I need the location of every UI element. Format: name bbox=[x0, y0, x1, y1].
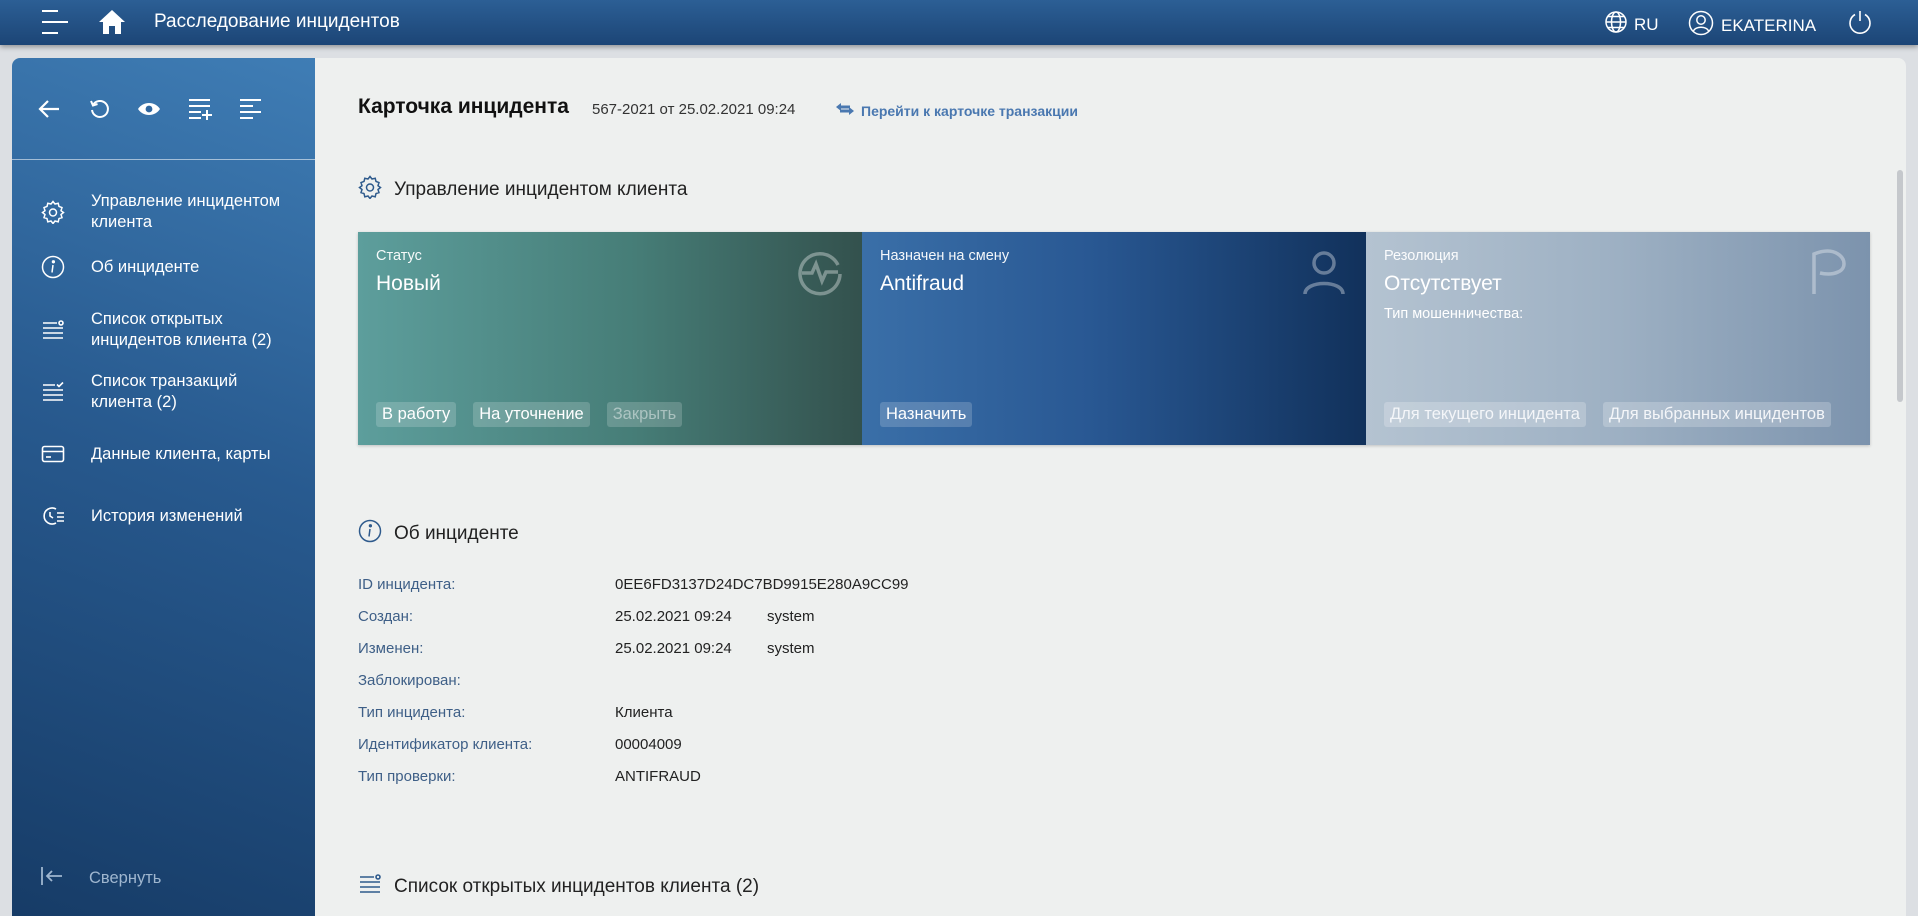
user-menu[interactable]: EKATERINA bbox=[1688, 10, 1816, 41]
detail-key: Тип инцидента: bbox=[358, 704, 466, 721]
to-work-button[interactable]: В работу bbox=[376, 402, 457, 427]
sidebar-item-label: История изменений bbox=[91, 506, 243, 525]
collapse-arrow-icon bbox=[40, 866, 64, 891]
assign-label: Назначен на смену bbox=[880, 248, 1010, 264]
collapse-button[interactable]: Свернуть bbox=[40, 866, 161, 891]
resolution-label: Резолюция bbox=[1384, 248, 1459, 264]
section-heading-about: Об инциденте bbox=[358, 519, 519, 549]
detail-key: Создан: bbox=[358, 608, 414, 625]
transaction-link-label: Перейти к карточке транзакции bbox=[861, 102, 1078, 119]
gear-icon bbox=[40, 199, 66, 225]
card-icon bbox=[40, 441, 66, 467]
detail-value: 00004009 bbox=[615, 736, 682, 753]
assign-value: Antifraud bbox=[880, 272, 965, 295]
sidebar-item-label: Список открытых инцидентов клиента (2) bbox=[91, 310, 272, 349]
user-name: EKATERINA bbox=[1721, 15, 1817, 35]
transaction-card-link[interactable]: Перейти к карточке транзакции bbox=[835, 102, 1078, 119]
fraud-type-label: Тип мошенничества: bbox=[1384, 306, 1524, 322]
status-panel: Статус Новый В работу На уточнение Закры… bbox=[358, 232, 862, 445]
info-icon bbox=[40, 254, 66, 280]
language-label: RU bbox=[1634, 14, 1659, 34]
status-value: Новый bbox=[376, 272, 441, 295]
info-icon bbox=[358, 519, 382, 549]
scrollbar-thumb[interactable] bbox=[1897, 170, 1903, 402]
detail-user: system bbox=[767, 640, 815, 657]
detail-value: 25.02.2021 09:24 bbox=[615, 640, 732, 657]
user-icon bbox=[1688, 10, 1714, 41]
menu-icon[interactable] bbox=[40, 6, 70, 38]
detail-key: Изменен: bbox=[358, 640, 424, 657]
eye-icon[interactable] bbox=[134, 94, 164, 124]
sidebar-item-client-transactions[interactable]: Список транзакций клиента (2) bbox=[12, 370, 315, 414]
detail-value: 25.02.2021 09:24 bbox=[615, 608, 732, 625]
sidebar-item-about-incident[interactable]: Об инциденте bbox=[12, 252, 315, 282]
detail-user: system bbox=[767, 608, 815, 625]
back-arrow-icon[interactable] bbox=[34, 94, 64, 124]
detail-key: Тип проверки: bbox=[358, 768, 456, 785]
status-actions: В работу На уточнение Закрыть bbox=[376, 402, 683, 427]
resolution-panel: Резолюция Отсутствует Тип мошенничества:… bbox=[1366, 232, 1870, 445]
section-title: Управление инцидентом клиента bbox=[394, 179, 688, 200]
swap-icon bbox=[835, 102, 855, 119]
sidebar-item-label: Данные клиента, карты bbox=[91, 444, 271, 463]
section-heading-open-incidents: Список открытых инцидентов клиента (2) bbox=[358, 873, 759, 901]
sidebar-item-label: Управление инцидентом клиента bbox=[91, 192, 281, 231]
sidebar-item-change-history[interactable]: История изменений bbox=[12, 501, 315, 531]
language-selector[interactable]: RU bbox=[1604, 10, 1659, 39]
status-label: Статус bbox=[376, 248, 422, 264]
refresh-icon[interactable] bbox=[84, 94, 114, 124]
app-title: Расследование инцидентов bbox=[154, 11, 400, 32]
section-title: Список открытых инцидентов клиента (2) bbox=[394, 876, 760, 897]
sidebar-item-label: Об инциденте bbox=[91, 257, 200, 276]
resolution-actions: Для текущего инцидента Для выбранных инц… bbox=[1384, 402, 1831, 427]
selected-incidents-button[interactable]: Для выбранных инцидентов bbox=[1602, 402, 1831, 427]
sidebar-item-client-incident-management[interactable]: Управление инцидентом клиента bbox=[12, 190, 315, 234]
detail-key: Идентификатор клиента: bbox=[358, 736, 533, 753]
section-title: Об инциденте bbox=[394, 523, 519, 544]
assign-panel: Назначен на смену Antifraud Назначить bbox=[862, 232, 1366, 445]
detail-value: ANTIFRAUD bbox=[615, 768, 701, 785]
current-incident-button[interactable]: Для текущего инцидента bbox=[1384, 402, 1586, 427]
gear-icon bbox=[358, 175, 382, 205]
detail-key: ID инцидента: bbox=[358, 576, 456, 593]
list-icon bbox=[358, 873, 382, 901]
collapse-all-icon[interactable] bbox=[237, 94, 267, 124]
management-panels: Статус Новый В работу На уточнение Закры… bbox=[358, 232, 1870, 445]
sidebar-item-client-card-data[interactable]: Данные клиента, карты bbox=[12, 439, 315, 469]
list-icon bbox=[40, 317, 66, 343]
top-bar: Расследование инцидентов RU EKATERINA bbox=[0, 0, 1918, 45]
list-check-icon bbox=[40, 379, 66, 405]
status-pulse-icon bbox=[796, 248, 844, 296]
assign-button[interactable]: Назначить bbox=[880, 402, 973, 427]
expand-all-icon[interactable] bbox=[186, 94, 216, 124]
clarify-button[interactable]: На уточнение bbox=[473, 402, 590, 427]
history-icon bbox=[40, 503, 66, 529]
assign-actions: Назначить bbox=[880, 402, 973, 427]
section-heading-management: Управление инцидентом клиента bbox=[358, 175, 687, 205]
home-icon[interactable] bbox=[96, 6, 128, 38]
detail-value: 0EE6FD3137D24DC7BD9915E280A9CC99 bbox=[615, 576, 909, 593]
power-icon[interactable] bbox=[1846, 8, 1874, 36]
sidebar: Управление инцидентом клиента Об инциден… bbox=[12, 58, 315, 916]
detail-key: Заблокирован: bbox=[358, 672, 461, 689]
globe-icon bbox=[1604, 10, 1628, 39]
resolution-value: Отсутствует bbox=[1384, 272, 1502, 295]
sidebar-item-open-incidents[interactable]: Список открытых инцидентов клиента (2) bbox=[12, 308, 315, 352]
sidebar-item-label: Список транзакций клиента (2) bbox=[91, 372, 238, 411]
flag-icon bbox=[1804, 248, 1852, 296]
collapse-label: Свернуть bbox=[89, 869, 162, 887]
sidebar-toolbar bbox=[12, 58, 315, 160]
person-icon bbox=[1300, 248, 1348, 296]
detail-value: Клиента bbox=[615, 704, 673, 721]
main-content: Карточка инцидента 567-2021 от 25.02.202… bbox=[315, 58, 1906, 916]
page-title: Карточка инцидента bbox=[358, 95, 569, 118]
content-frame: Управление инцидентом клиента Об инциден… bbox=[12, 58, 1906, 916]
close-button[interactable]: Закрыть bbox=[606, 402, 683, 427]
incident-number: 567-2021 от 25.02.2021 09:24 bbox=[592, 101, 796, 118]
